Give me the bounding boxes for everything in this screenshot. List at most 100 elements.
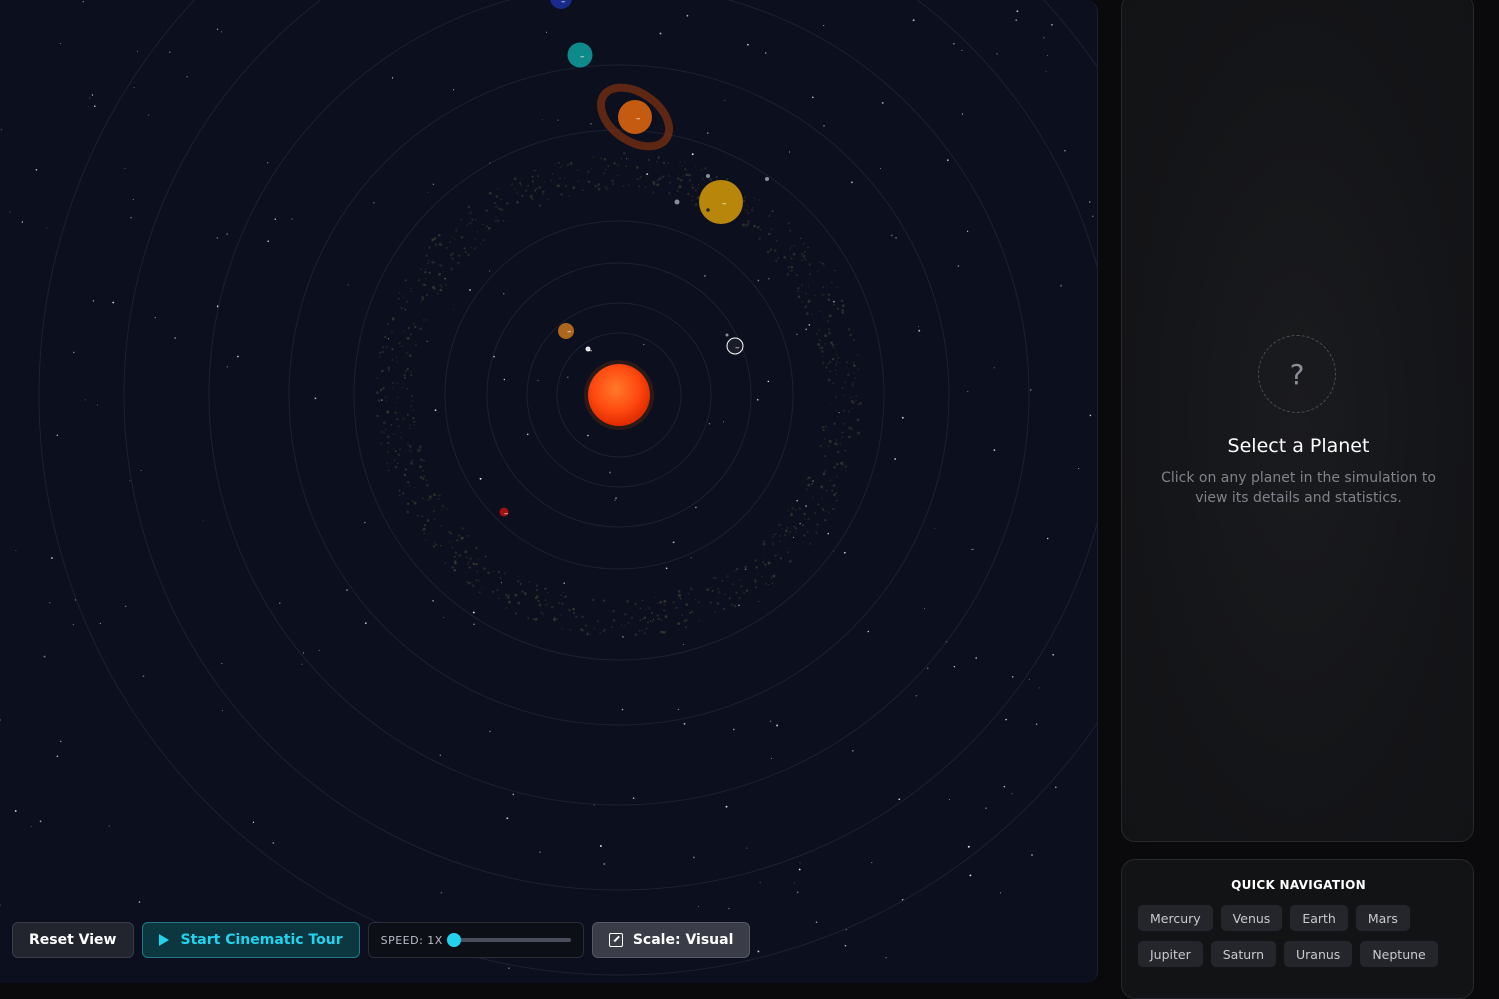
star — [291, 218, 293, 220]
scale-toggle-button[interactable]: Scale: Visual — [591, 922, 751, 958]
asteroid — [672, 600, 676, 604]
planet-venus[interactable]: – — [585, 346, 594, 356]
asteroid — [600, 157, 603, 160]
asteroid — [474, 218, 477, 221]
asteroid — [421, 515, 424, 518]
asteroid — [636, 166, 639, 169]
sun[interactable] — [588, 364, 650, 426]
asteroid — [551, 173, 554, 175]
asteroid — [768, 215, 771, 217]
nav-button-uranus[interactable]: Uranus — [1284, 941, 1353, 967]
asteroid — [432, 261, 436, 264]
asteroid — [827, 445, 830, 448]
asteroid — [424, 277, 427, 280]
star — [757, 279, 760, 282]
asteroid — [847, 426, 851, 430]
svg-text:–: – — [735, 343, 740, 353]
asteroid — [391, 317, 395, 320]
star — [89, 97, 91, 99]
planet-mercury[interactable]: – — [558, 323, 574, 339]
asteroid — [560, 594, 562, 596]
asteroid — [564, 595, 567, 598]
star — [805, 505, 807, 507]
star — [776, 724, 779, 727]
asteroid — [436, 292, 439, 295]
asteroid — [380, 431, 383, 434]
nav-button-mars[interactable]: Mars — [1355, 905, 1410, 931]
nav-button-neptune[interactable]: Neptune — [1360, 941, 1438, 967]
star — [953, 666, 956, 668]
planet-uranus[interactable]: – — [567, 42, 593, 68]
asteroid — [421, 295, 424, 298]
asteroid — [404, 279, 407, 282]
asteroid — [555, 618, 558, 621]
asteroid — [697, 187, 699, 189]
asteroid — [406, 443, 410, 446]
star — [1078, 468, 1080, 470]
speed-slider[interactable] — [446, 933, 571, 947]
asteroid — [423, 474, 426, 478]
asteroid — [797, 286, 800, 290]
asteroid — [441, 504, 444, 507]
asteroid — [769, 248, 773, 251]
nav-button-mercury[interactable]: Mercury — [1138, 905, 1213, 931]
star — [961, 49, 963, 51]
asteroid — [726, 575, 729, 578]
star — [796, 891, 799, 894]
star — [682, 643, 684, 645]
solar-system-svg[interactable]: – – – – – – – – — [0, 0, 1097, 983]
asteroid — [647, 621, 650, 624]
planet-neptune[interactable]: – — [550, 0, 572, 9]
asteroid — [469, 221, 472, 224]
start-tour-button[interactable]: Start Cinematic Tour — [141, 922, 360, 958]
star — [1055, 786, 1057, 789]
planet-saturn[interactable]: – — [590, 76, 680, 159]
star — [373, 202, 375, 204]
asteroid — [762, 561, 765, 564]
asteroid — [761, 575, 763, 577]
nav-button-earth[interactable]: Earth — [1290, 905, 1348, 931]
asteroid — [822, 285, 825, 289]
planet-jupiter[interactable]: – — [674, 174, 770, 224]
asteroid — [841, 311, 844, 315]
planet-mars[interactable]: – — [499, 507, 510, 520]
asteroid — [832, 346, 835, 349]
asteroid — [540, 611, 543, 614]
star — [92, 300, 95, 302]
asteroid — [823, 317, 825, 319]
asteroid — [733, 604, 737, 608]
asteroid — [680, 178, 683, 182]
star — [691, 153, 694, 156]
asteroid — [421, 469, 424, 472]
asteroid — [514, 188, 517, 190]
star — [926, 667, 929, 669]
star — [767, 380, 770, 383]
star — [99, 622, 101, 625]
asteroid — [394, 450, 397, 453]
asteroid — [384, 396, 387, 399]
asteroid — [603, 599, 606, 602]
nav-button-jupiter[interactable]: Jupiter — [1138, 941, 1203, 967]
asteroid — [821, 507, 824, 510]
asteroid — [844, 470, 847, 472]
asteroid — [791, 507, 795, 510]
asteroid — [743, 196, 746, 199]
asteroid — [823, 454, 827, 458]
asteroid — [830, 281, 833, 284]
nav-button-venus[interactable]: Venus — [1220, 905, 1283, 931]
reset-view-button[interactable]: Reset View — [12, 922, 134, 958]
asteroid — [803, 250, 806, 253]
asteroid — [685, 619, 688, 622]
planet-earth[interactable]: – — [725, 333, 744, 355]
asteroid — [649, 620, 652, 622]
nav-button-saturn[interactable]: Saturn — [1210, 941, 1277, 967]
asteroid — [745, 209, 748, 212]
speed-slider-thumb[interactable] — [446, 933, 461, 947]
asteroid — [581, 629, 584, 632]
asteroid — [480, 243, 482, 245]
solar-system-canvas[interactable]: – – – – – – – – Reset View Start Cinemat… — [0, 0, 1098, 983]
asteroid — [535, 584, 538, 587]
asteroid — [422, 477, 425, 480]
star — [1064, 150, 1066, 152]
asteroid — [792, 252, 796, 256]
